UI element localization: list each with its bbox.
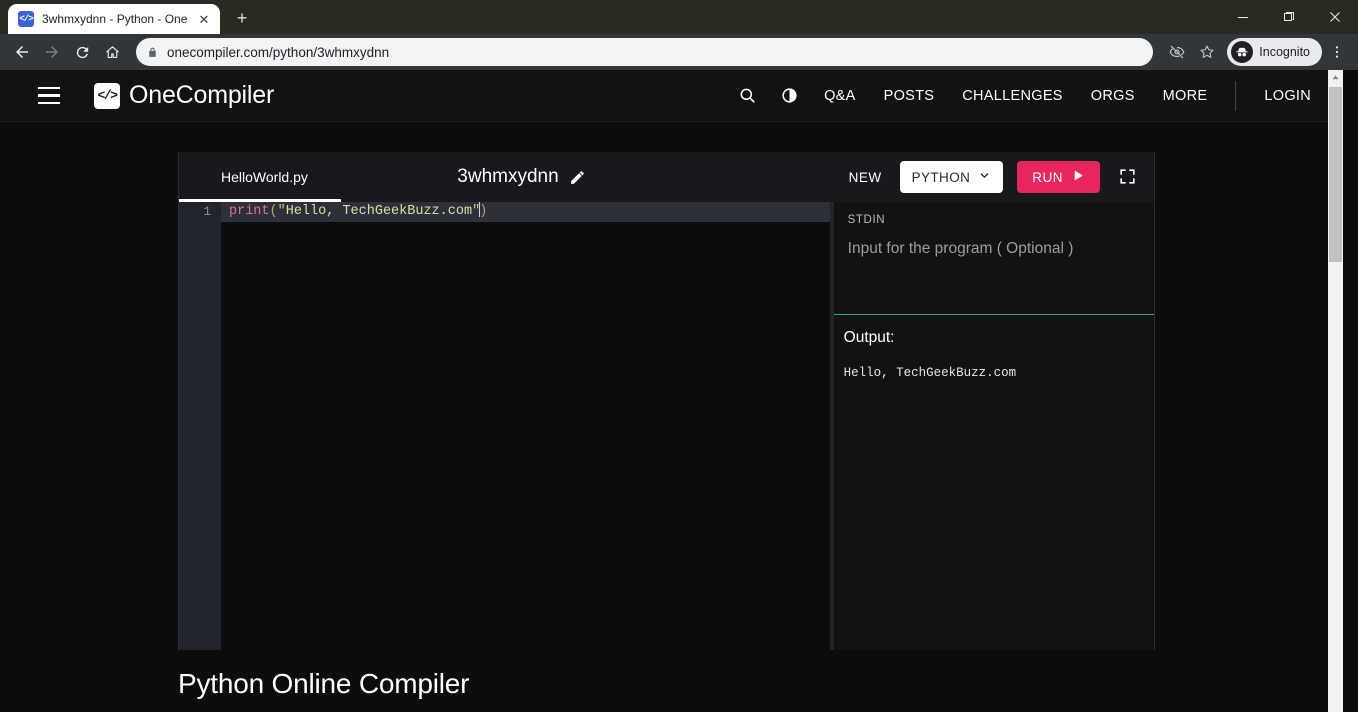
line-number: 1 — [179, 202, 211, 222]
run-button[interactable]: RUN — [1017, 161, 1100, 193]
nav-link-posts[interactable]: POSTS — [870, 88, 949, 104]
file-tab-label: HelloWorld.py — [221, 169, 308, 185]
nav-link-orgs[interactable]: ORGS — [1077, 88, 1149, 104]
site-header: </> OneCompiler Q&A POSTS CHA — [0, 70, 1343, 122]
brand[interactable]: </> OneCompiler — [94, 81, 274, 110]
fullscreen-icon[interactable] — [1118, 167, 1138, 187]
plus-icon[interactable]: + — [228, 4, 256, 32]
stdin-label: STDIN — [848, 214, 1140, 226]
reload-icon[interactable] — [68, 38, 96, 66]
language-select[interactable]: PYTHON — [900, 161, 1004, 193]
site-nav: Q&A POSTS CHALLENGES ORGS MORE LOGIN — [726, 76, 1325, 116]
code-token-function: print — [229, 204, 270, 219]
incognito-label: Incognito — [1259, 45, 1310, 59]
login-button[interactable]: LOGIN — [1250, 88, 1325, 104]
code-favicon: </> — [18, 11, 34, 27]
scroll-up-icon[interactable] — [1328, 70, 1343, 85]
editor-gutter: 1 — [179, 202, 221, 650]
theme-toggle-icon[interactable] — [768, 76, 810, 116]
maximize-icon[interactable] — [1266, 0, 1312, 34]
compiler-card: HelloWorld.py 3whmxydnn NEW PYTHON — [178, 152, 1155, 650]
code-token-string: Hello, TechGeekBuzz.com — [286, 204, 472, 219]
code-token-open-paren: ( — [270, 204, 278, 219]
page-title: Python Online Compiler — [178, 668, 469, 700]
new-button[interactable]: NEW — [845, 164, 886, 191]
browser-tab-title: 3whmxydnn - Python - OneComp — [42, 12, 188, 26]
file-tab-helloworld[interactable]: HelloWorld.py — [179, 152, 341, 202]
output-area: Output: Hello, TechGeekBuzz.com — [834, 315, 1154, 650]
language-select-value: PYTHON — [912, 170, 971, 185]
page-scrollbar[interactable] — [1328, 70, 1343, 712]
home-icon[interactable] — [98, 38, 126, 66]
browser-window: </> 3whmxydnn - Python - OneComp ✕ + — [0, 0, 1358, 712]
io-panel: STDIN Input for the program ( Optional )… — [834, 202, 1154, 650]
pencil-icon[interactable] — [569, 169, 586, 186]
brand-name: OneCompiler — [129, 81, 274, 110]
nav-link-challenges[interactable]: CHALLENGES — [948, 88, 1077, 104]
stdin-input[interactable]: Input for the program ( Optional ) — [848, 240, 1140, 258]
arrow-left-icon[interactable] — [8, 38, 36, 66]
code-token-quote-open: " — [278, 204, 286, 219]
scrollbar-thumb[interactable] — [1329, 87, 1342, 262]
star-icon[interactable] — [1193, 38, 1221, 66]
run-button-label: RUN — [1032, 170, 1063, 185]
browser-titlebar: </> 3whmxydnn - Python - OneComp ✕ + — [0, 0, 1358, 34]
nav-link-qa[interactable]: Q&A — [810, 88, 870, 104]
compiler-body: 1 print("Hello, TechGeekBuzz.com") STDIN… — [179, 202, 1154, 650]
incognito-badge[interactable]: Incognito — [1227, 38, 1322, 66]
output-label: Output: — [844, 329, 1140, 347]
search-icon[interactable] — [726, 76, 768, 116]
code-editor[interactable]: 1 print("Hello, TechGeekBuzz.com") — [179, 202, 830, 650]
minimize-icon[interactable] — [1220, 0, 1266, 34]
brand-logo-icon: </> — [94, 83, 120, 109]
page-viewport: </> OneCompiler Q&A POSTS CHA — [0, 70, 1358, 712]
incognito-hat-icon — [1231, 41, 1253, 63]
kebab-menu-icon[interactable] — [1324, 38, 1350, 66]
window-close-icon[interactable] — [1312, 0, 1358, 34]
browser-toolbar: onecompiler.com/python/3whmxydnn Inco — [0, 34, 1358, 70]
play-icon — [1072, 169, 1085, 185]
compiler-actions: NEW PYTHON RUN — [845, 161, 1154, 193]
close-icon[interactable]: ✕ — [196, 11, 212, 27]
stdin-area[interactable]: STDIN Input for the program ( Optional ) — [834, 202, 1154, 314]
web-page: </> OneCompiler Q&A POSTS CHA — [0, 70, 1343, 712]
nav-divider — [1235, 81, 1236, 111]
code-line-1[interactable]: print("Hello, TechGeekBuzz.com") — [221, 202, 830, 222]
window-controls — [1220, 0, 1358, 34]
url-text: onecompiler.com/python/3whmxydnn — [167, 45, 389, 60]
nav-link-more[interactable]: MORE — [1149, 88, 1222, 104]
project-title: 3whmxydnn — [457, 166, 558, 188]
toolbar-right: Incognito — [1163, 38, 1350, 66]
hamburger-menu-icon[interactable] — [30, 77, 68, 115]
editor-code-area[interactable]: print("Hello, TechGeekBuzz.com") — [221, 202, 830, 650]
chevron-down-icon — [978, 169, 991, 185]
code-token-close-paren: ) — [479, 204, 487, 219]
browser-tab[interactable]: </> 3whmxydnn - Python - OneComp ✕ — [8, 4, 220, 34]
eye-off-icon[interactable] — [1163, 38, 1191, 66]
arrow-right-icon[interactable] — [38, 38, 66, 66]
lock-icon — [146, 46, 159, 59]
tab-strip: </> 3whmxydnn - Python - OneComp ✕ + — [0, 0, 256, 34]
address-bar[interactable]: onecompiler.com/python/3whmxydnn — [136, 38, 1153, 66]
output-text: Hello, TechGeekBuzz.com — [844, 366, 1140, 380]
compiler-toolbar: HelloWorld.py 3whmxydnn NEW PYTHON — [179, 152, 1154, 202]
